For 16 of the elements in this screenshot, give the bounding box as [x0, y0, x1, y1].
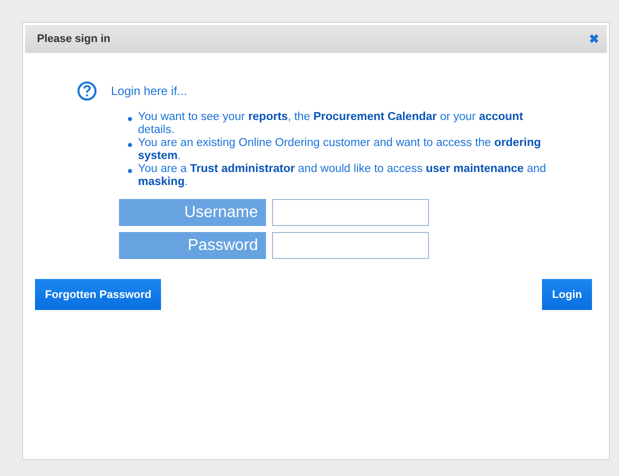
bullet-text: You are an existing Online Ordering customer and want to access the ordering system.	[138, 137, 542, 163]
login-button[interactable]: Login	[542, 279, 592, 310]
bullet-dot	[128, 143, 132, 147]
bullet-dot	[128, 117, 132, 121]
bullet-text: You want to see your reports, the Procurement Calendar or your account details.	[138, 111, 524, 137]
field-label: Password	[119, 232, 266, 259]
dialog-title: Please sign in	[37, 33, 110, 45]
forgotten-password-button[interactable]: Forgotten Password	[35, 279, 162, 310]
bullet-text: You are a Trust administrator and would like to access user maintenance and masking.	[138, 163, 548, 189]
input-field[interactable]	[272, 199, 429, 226]
help-icon	[77, 81, 97, 101]
field-label: Username	[119, 199, 266, 226]
close-button[interactable]: ✖	[589, 32, 599, 46]
intro-text: Login here if...	[111, 84, 188, 98]
bullet-dot	[128, 169, 132, 173]
input-field[interactable]	[272, 232, 429, 259]
